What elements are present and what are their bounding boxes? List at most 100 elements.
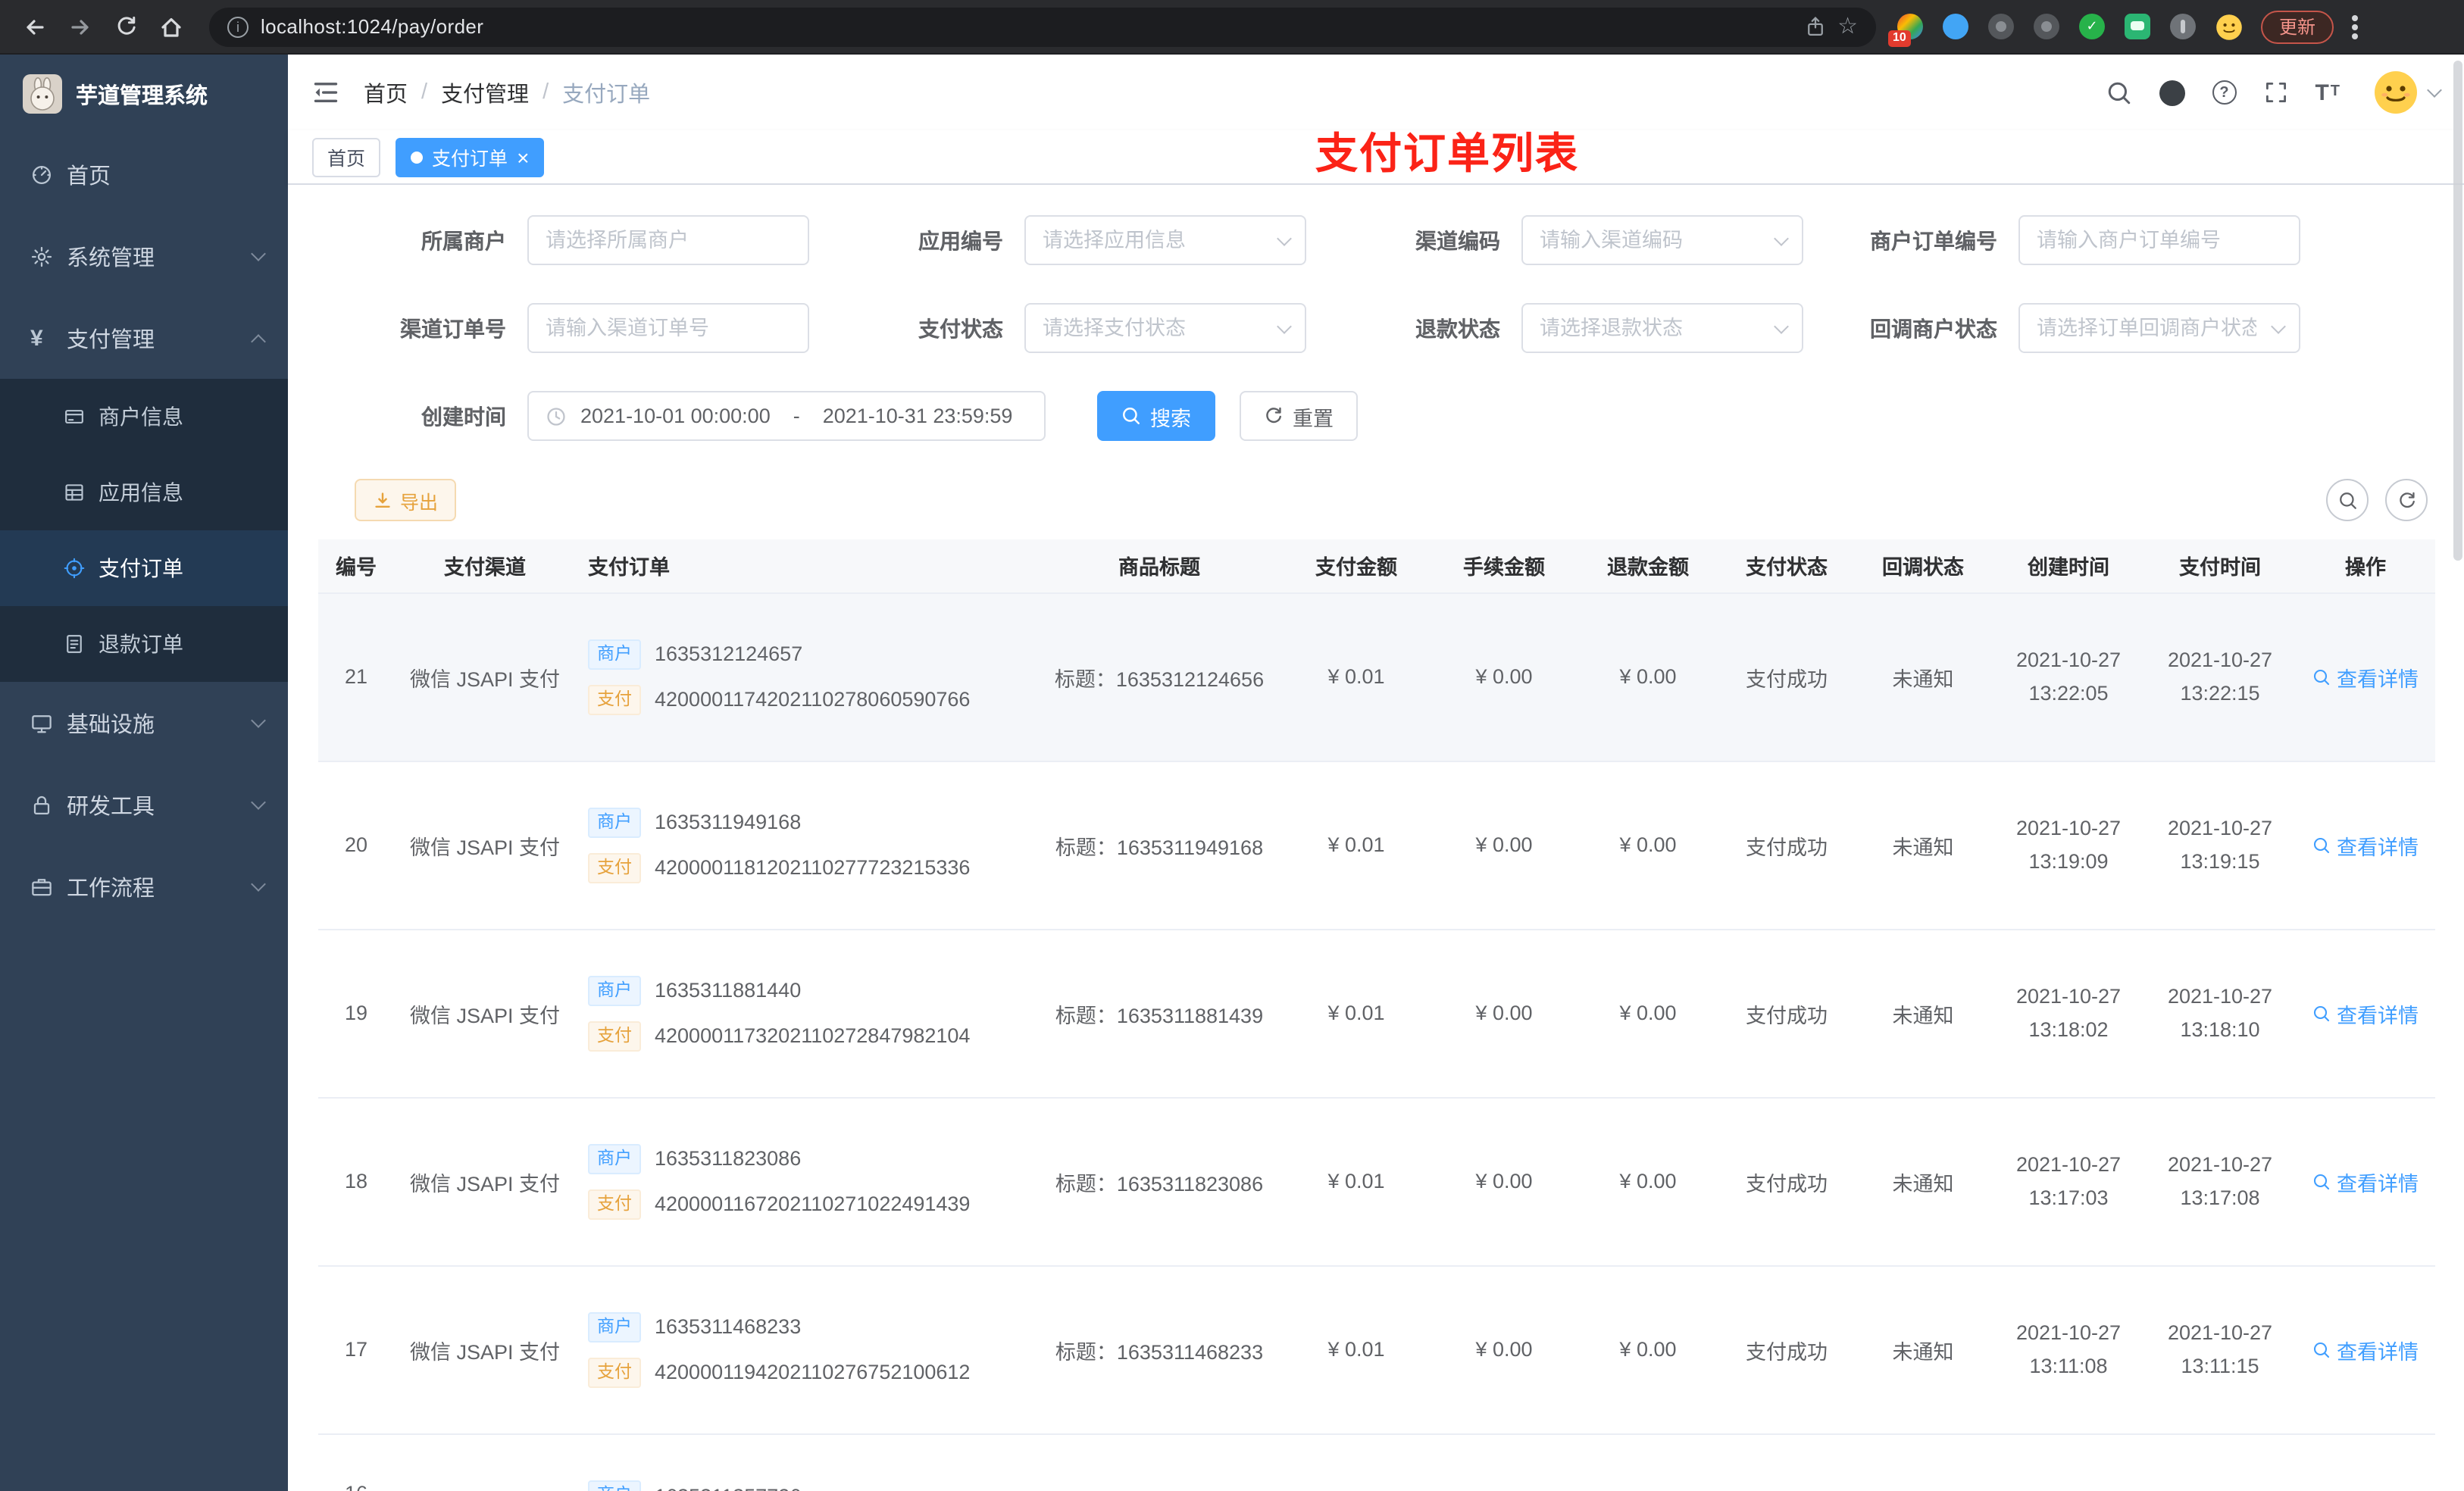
order-id: 19 [344, 1002, 368, 1024]
pay-status-select[interactable] [1024, 303, 1306, 353]
merchant-tag: 商户 [588, 975, 641, 1005]
back-arrow-icon [27, 19, 44, 34]
filter-refund-status: 退款状态 [1312, 303, 1803, 353]
navbar: 首页 支付管理 支付订单 [288, 55, 2464, 130]
channel-order-no-input[interactable] [527, 303, 809, 353]
smiley-extension-icon[interactable] [2215, 13, 2243, 40]
sidebar-item-pay-order[interactable]: 支付订单 [0, 530, 288, 606]
view-detail-link[interactable]: 查看详情 [2312, 998, 2419, 1028]
filter-row-3: 创建时间 2021-10-01 00:00:00 - 2021-10-31 23… [318, 391, 2434, 441]
breadcrumb-pay-manage[interactable]: 支付管理 [441, 77, 529, 108]
sidebar-item-merchant-info[interactable]: 商户信息 [0, 379, 288, 455]
sidebar-fold-icon[interactable] [312, 79, 339, 106]
pay-time: 2021-10-27 13:19:15 [2167, 816, 2273, 872]
sidebar-item-devtools[interactable]: 研发工具 [0, 764, 288, 846]
sidebar-item-label: 应用信息 [98, 480, 183, 505]
date-range-input[interactable]: 2021-10-01 00:00:00 - 2021-10-31 23:59:5… [527, 391, 1046, 441]
tab-pay-order[interactable]: 支付订单 [396, 137, 545, 177]
sidebar-item-workflow[interactable]: 工作流程 [0, 846, 288, 927]
tab-home[interactable]: 首页 [312, 137, 381, 177]
sidebar-item-pay[interactable]: 支付管理 [0, 297, 288, 379]
sidebar-item-infra[interactable]: 基础设施 [0, 682, 288, 764]
view-detail-link[interactable]: 查看详情 [2312, 830, 2419, 860]
field-label: 创建时间 [421, 404, 506, 428]
merchant-order-no-input[interactable] [2018, 215, 2300, 265]
page-content: 所属商户 应用编号 渠道编码 商户订单编号 [288, 185, 2464, 1491]
goods-subject: 标题：1635311468233 [1055, 1340, 1264, 1363]
avatar [2373, 70, 2419, 115]
home-button[interactable] [152, 7, 191, 46]
channel-code-select[interactable] [1521, 215, 1803, 265]
channel-order-no: 4200001173202110272847982104 [655, 1024, 971, 1047]
field-label: 商户订单编号 [1870, 228, 1997, 252]
browser-chrome: localhost:1024/pay/order 10 更新 [0, 0, 2464, 55]
annotation-title: 支付订单列表 [1315, 130, 1580, 177]
font-size-icon[interactable] [2315, 81, 2340, 104]
field-label: 应用编号 [918, 228, 1003, 252]
table-row: 19 微信 JSAPI 支付 商户 1635311881440 支付 4200001… [318, 929, 2435, 1098]
reset-button[interactable]: 重置 [1240, 391, 1358, 441]
drop-extension-icon[interactable] [1943, 14, 1968, 39]
pin-extension-icon[interactable] [2170, 14, 2196, 39]
refund-amount: ¥ 0.00 [1619, 1338, 1677, 1361]
sidebar-item-home[interactable]: 首页 [0, 133, 288, 215]
field-label: 渠道订单号 [400, 316, 506, 340]
merchant-input[interactable] [527, 215, 809, 265]
toggle-search-button[interactable] [2326, 479, 2369, 521]
breadcrumb-home[interactable]: 首页 [364, 77, 408, 108]
share-icon[interactable] [1804, 15, 1825, 38]
gear-icon [30, 245, 53, 267]
lock-icon [30, 793, 53, 816]
back-button[interactable] [15, 7, 55, 46]
export-button[interactable]: 导出 [355, 479, 457, 521]
url-bar[interactable]: localhost:1024/pay/order [209, 7, 1876, 46]
reload-button[interactable] [106, 7, 145, 46]
github-icon[interactable] [2159, 80, 2185, 105]
pay-time: 2021-10-27 13:22:15 [2167, 648, 2273, 704]
green-check-extension-icon[interactable] [2079, 14, 2105, 39]
question-icon[interactable] [2212, 80, 2237, 105]
window-scrollbar[interactable] [2453, 61, 2462, 561]
dark-extension-icon-2[interactable] [2034, 14, 2059, 39]
close-icon[interactable] [517, 146, 529, 167]
view-detail-link[interactable]: 查看详情 [2312, 1334, 2419, 1364]
green-chat-extension-icon[interactable] [2125, 14, 2150, 39]
col-fee-amount: 手续金额 [1432, 539, 1576, 593]
notify-status-select[interactable] [2018, 303, 2300, 353]
view-detail-link[interactable]: 查看详情 [2312, 1166, 2419, 1196]
browser-menu-icon[interactable] [2352, 23, 2359, 30]
app-logo-row[interactable]: 芋道管理系统 [0, 55, 288, 133]
merchant-order-no: 1635312124657 [655, 642, 803, 665]
search-icon [2313, 668, 2330, 685]
dark-extension-icon[interactable] [1988, 14, 2014, 39]
field-label: 渠道编码 [1415, 228, 1500, 252]
sidebar-item-system[interactable]: 系统管理 [0, 215, 288, 297]
pay-status: 支付成功 [1746, 1340, 1828, 1363]
search-icon [2339, 492, 2356, 508]
browser-update-button[interactable]: 更新 [2261, 10, 2334, 43]
sidebar-item-app-info[interactable]: 应用信息 [0, 455, 288, 530]
search-button[interactable]: 搜索 [1097, 391, 1215, 441]
col-refund-amount: 退款金额 [1576, 539, 1720, 593]
refresh-table-button[interactable] [2385, 479, 2428, 521]
sidebar-item-label: 首页 [67, 164, 111, 189]
view-detail-link[interactable]: 查看详情 [2312, 661, 2419, 692]
col-pay-time: 支付时间 [2144, 539, 2296, 593]
forward-button[interactable] [61, 7, 100, 46]
reset-button-label: 重置 [1293, 407, 1334, 430]
pay-channel: 微信 JSAPI 支付 [409, 1004, 560, 1027]
refund-status-select[interactable] [1521, 303, 1803, 353]
filter-merchant: 所属商户 [318, 215, 809, 265]
chevron-down-icon [251, 877, 266, 892]
pay-channel: 微信 JSAPI 支付 [409, 1340, 560, 1363]
bookmark-star-icon[interactable] [1837, 15, 1858, 38]
extension-colorful-icon[interactable]: 10 [1888, 14, 1923, 47]
info-icon[interactable] [227, 16, 249, 37]
user-avatar-dropdown[interactable] [2373, 70, 2442, 115]
table-toolbar: 导出 [355, 479, 2434, 521]
dashboard-icon [30, 163, 53, 186]
fullscreen-icon[interactable] [2263, 80, 2287, 105]
search-icon[interactable] [2106, 80, 2131, 105]
sidebar-item-refund-order[interactable]: 退款订单 [0, 606, 288, 682]
app-no-select[interactable] [1024, 215, 1306, 265]
